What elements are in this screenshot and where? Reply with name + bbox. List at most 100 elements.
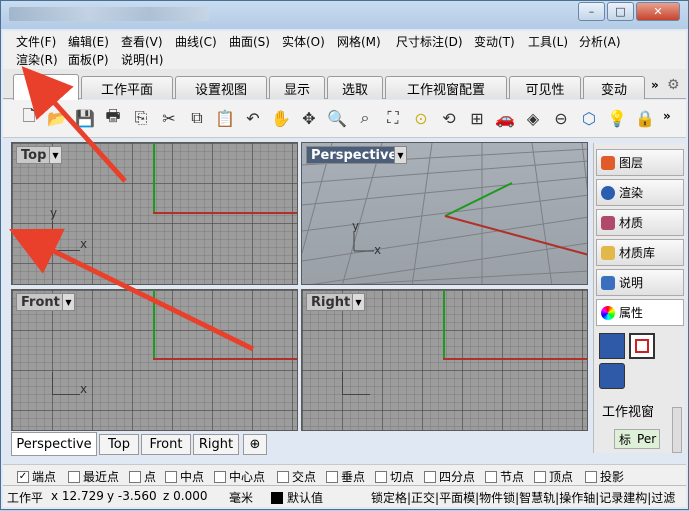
panel-tab-help[interactable]: 说明: [596, 269, 684, 296]
cut-icon[interactable]: ✂: [157, 106, 181, 130]
panel-tab-materials[interactable]: 材质: [596, 209, 684, 236]
snap-near[interactable]: 最近点: [68, 468, 119, 485]
menu-surface[interactable]: 曲面(S): [229, 33, 270, 50]
viewport-top[interactable]: Top ▼ y x: [11, 142, 298, 285]
menu-tools[interactable]: 工具(L): [528, 33, 568, 50]
chevron-down-icon[interactable]: ▼: [394, 146, 407, 164]
lock-icon[interactable]: 🔒: [633, 106, 657, 130]
camera-icon[interactable]: [599, 333, 625, 359]
menu-solid[interactable]: 实体(O): [282, 33, 325, 50]
panel-tab-material-library[interactable]: 材质库: [596, 239, 684, 266]
save-icon[interactable]: 💾: [73, 106, 97, 130]
checkbox[interactable]: [129, 470, 141, 483]
checkbox[interactable]: [165, 470, 177, 483]
checkbox[interactable]: [424, 470, 436, 483]
status-unit[interactable]: 毫米: [229, 489, 253, 506]
tab-overflow-button[interactable]: »: [651, 78, 659, 92]
viewport-rect-icon[interactable]: [629, 333, 655, 359]
snap-endpoint[interactable]: ✓ 端点: [17, 468, 56, 485]
minimize-button[interactable]: –: [578, 2, 605, 21]
viewport-label-perspective[interactable]: Perspective: [306, 146, 403, 164]
tab-select[interactable]: 选取: [327, 76, 383, 99]
checkbox[interactable]: [375, 470, 387, 483]
zoom-target-icon[interactable]: ⊙: [409, 106, 433, 130]
menu-render[interactable]: 渲染(R): [16, 51, 58, 68]
tab-transform[interactable]: 变动: [583, 76, 645, 99]
menu-view[interactable]: 查看(V): [121, 33, 163, 50]
menu-dimension[interactable]: 尺寸标注(D): [396, 33, 463, 50]
viewport-tab-top[interactable]: Top: [99, 434, 139, 455]
gear-icon[interactable]: ⚙: [667, 77, 680, 93]
viewport-tab-front[interactable]: Front: [141, 434, 191, 455]
print-icon[interactable]: 🖶: [101, 106, 125, 130]
viewport-tab-perspective[interactable]: Perspective: [11, 432, 97, 456]
checkbox[interactable]: [68, 470, 80, 483]
paste-icon[interactable]: 📋: [213, 106, 237, 130]
snap-quadrant[interactable]: 四分点: [424, 468, 475, 485]
add-viewport-tab-button[interactable]: ⊕: [243, 434, 267, 455]
snap-vertex[interactable]: 顶点: [534, 468, 573, 485]
menu-panels[interactable]: 面板(P): [68, 51, 109, 68]
menu-edit[interactable]: 编辑(E): [68, 33, 109, 50]
new-file-icon[interactable]: 🗋: [17, 106, 41, 130]
snap-point[interactable]: 点: [129, 468, 156, 485]
properties-field[interactable]: 标 Per: [614, 429, 660, 449]
four-viewports-icon[interactable]: ⊞: [465, 106, 489, 130]
undo-icon[interactable]: ↶: [241, 106, 265, 130]
status-mode-toggles[interactable]: 锁定格|正交|平面模|物件锁|智慧轨|操作轴|记录建构|过滤: [371, 489, 675, 506]
maximize-button[interactable]: □: [607, 2, 634, 21]
tab-viewport-layout[interactable]: 工作视窗配置: [385, 76, 507, 99]
snap-knot[interactable]: 节点: [485, 468, 524, 485]
zoom-selected-icon[interactable]: ⌕: [353, 106, 377, 130]
panel-tab-layers[interactable]: 图层: [596, 149, 684, 176]
chevron-down-icon[interactable]: ▼: [49, 146, 62, 164]
close-button[interactable]: ✕: [636, 2, 680, 21]
rotate-3d-icon[interactable]: ⟲: [437, 106, 461, 130]
open-folder-icon[interactable]: 📂: [45, 106, 69, 130]
checkbox[interactable]: [485, 470, 497, 483]
viewport-label-front[interactable]: Front: [16, 293, 65, 311]
menu-help[interactable]: 说明(H): [121, 51, 163, 68]
menu-analyze[interactable]: 分析(A): [579, 33, 621, 50]
rotate-view-icon[interactable]: ✥: [297, 106, 321, 130]
viewport-label-right[interactable]: Right: [306, 293, 356, 311]
checkbox[interactable]: [277, 470, 289, 483]
tab-standard[interactable]: 标准: [13, 74, 79, 100]
chevron-down-icon[interactable]: ▼: [352, 293, 365, 311]
snap-project[interactable]: 投影: [585, 468, 624, 485]
viewport-label-top[interactable]: Top: [16, 146, 52, 164]
viewport-perspective[interactable]: Perspective ▼ y x: [301, 142, 588, 285]
side-scrollbar[interactable]: [672, 407, 682, 453]
viewport-tab-right[interactable]: Right: [193, 434, 239, 455]
checkbox-checked[interactable]: ✓: [17, 470, 29, 483]
tab-visibility[interactable]: 可见性: [509, 76, 581, 99]
menu-mesh[interactable]: 网格(M): [337, 33, 381, 50]
viewport-right[interactable]: Right ▼: [301, 289, 588, 431]
gumball-icon[interactable]: ⬡: [577, 106, 601, 130]
spheres-icon[interactable]: [599, 363, 625, 389]
car-render-icon[interactable]: 🚗: [493, 106, 517, 130]
zoom-window-icon[interactable]: 🔍: [325, 106, 349, 130]
tab-cplanes[interactable]: 工作平面: [81, 76, 173, 99]
viewport-front[interactable]: Front ▼ x: [11, 289, 298, 431]
pan-hand-icon[interactable]: ✋: [269, 106, 293, 130]
checkbox[interactable]: [326, 470, 338, 483]
snap-tangent[interactable]: 切点: [375, 468, 414, 485]
import-icon[interactable]: ⎘: [129, 106, 153, 130]
chevron-down-icon[interactable]: ▼: [62, 293, 75, 311]
menu-file[interactable]: 文件(F): [16, 33, 56, 50]
panel-tab-render[interactable]: 渲染: [596, 179, 684, 206]
checkbox[interactable]: [214, 470, 226, 483]
snap-midpoint[interactable]: 中点: [165, 468, 204, 485]
status-cplane[interactable]: 工作平: [7, 489, 43, 506]
toolbar-overflow-button[interactable]: »: [663, 109, 671, 123]
rendered-view-icon[interactable]: ◈: [521, 106, 545, 130]
status-layer[interactable]: 默认值: [271, 489, 323, 506]
checkbox[interactable]: [534, 470, 546, 483]
menu-curve[interactable]: 曲线(C): [175, 33, 217, 50]
zoom-extents-icon[interactable]: ⛶: [381, 106, 405, 130]
lightbulb-icon[interactable]: 💡: [605, 106, 629, 130]
copy-icon[interactable]: ⧉: [185, 106, 209, 130]
tab-display[interactable]: 显示: [269, 76, 325, 99]
menu-transform[interactable]: 变动(T): [474, 33, 515, 50]
